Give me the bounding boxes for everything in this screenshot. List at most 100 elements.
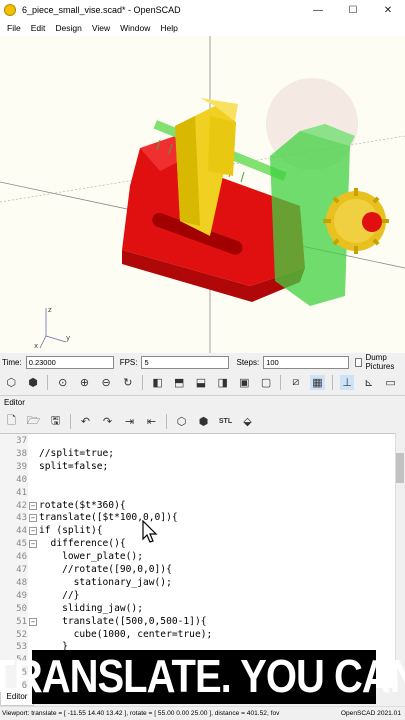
menu-view[interactable]: View: [92, 23, 110, 33]
maximize-button[interactable]: ☐: [340, 0, 366, 20]
status-bar: Viewport: translate = [ -11.55 14.40 13.…: [0, 706, 405, 720]
editor-dock-header: Editor: [0, 395, 405, 409]
dump-pictures-checkbox[interactable]: [355, 357, 363, 367]
line-number: 46: [16, 552, 27, 563]
editor-toolbar: 🗋 🗁 🖫 ↶ ↷ ⇥ ⇤ ⬡ ⬢ STL ⬙: [0, 409, 405, 433]
code-text: //}: [39, 589, 80, 601]
menu-help[interactable]: Help: [160, 23, 177, 33]
indent-icon[interactable]: ⇥: [122, 414, 137, 429]
time-label: Time:: [2, 357, 22, 367]
preview-icon[interactable]: ⬡: [174, 414, 189, 429]
code-line[interactable]: 46 lower_plate();: [0, 551, 395, 564]
perspective-icon[interactable]: ⧄: [288, 375, 303, 390]
close-button[interactable]: ✕: [375, 0, 401, 20]
show-scale-icon[interactable]: ⊾: [361, 375, 376, 390]
animate-controls: Time: FPS: Steps: Dump Pictures: [0, 353, 405, 371]
code-line[interactable]: 50 sliding_jaw();: [0, 603, 395, 616]
view-right-icon[interactable]: ◧: [150, 375, 165, 390]
render-icon[interactable]: ⬢: [196, 414, 211, 429]
code-text: split=false;: [39, 460, 109, 472]
line-number: 39: [16, 461, 27, 472]
svg-text:z: z: [48, 306, 52, 314]
svg-text:x: x: [34, 342, 38, 350]
steps-label: Steps:: [236, 357, 260, 367]
view-bottom-icon[interactable]: ⬓: [194, 375, 209, 390]
zoom-in-icon[interactable]: ⊕: [77, 375, 92, 390]
code-line[interactable]: 52 cube(1000, center=true);: [0, 629, 395, 642]
viewport-status: Viewport: translate = [ -11.55 14.40 13.…: [2, 710, 280, 717]
menu-bar: File Edit Design View Window Help: [0, 20, 405, 36]
3d-viewport[interactable]: z y x: [0, 36, 405, 353]
code-line[interactable]: 44− if (split){: [0, 525, 395, 538]
export-stl-icon[interactable]: STL: [218, 414, 233, 429]
toolbar-separator: [70, 413, 71, 429]
line-number: 48: [16, 577, 27, 588]
line-number: 52: [16, 629, 27, 640]
code-line[interactable]: 40: [0, 474, 395, 487]
menu-window[interactable]: Window: [120, 23, 150, 33]
code-text: lower_plate();: [39, 551, 143, 563]
code-line[interactable]: 39 split=false;: [0, 461, 395, 474]
fold-toggle-icon[interactable]: −: [29, 501, 37, 510]
code-text: sliding_jaw();: [39, 602, 143, 614]
vise-model-render: z y x: [0, 36, 405, 353]
scrollbar-thumb[interactable]: [396, 453, 404, 483]
fold-toggle-icon[interactable]: −: [29, 514, 37, 523]
fps-input[interactable]: [141, 355, 230, 369]
code-line[interactable]: 45− difference(){: [0, 538, 395, 551]
code-line[interactable]: 42− rotate($t*360){: [0, 500, 395, 513]
code-line[interactable]: 49 //}: [0, 590, 395, 603]
code-line[interactable]: 37: [0, 435, 395, 448]
menu-file[interactable]: File: [7, 23, 21, 33]
view-top-icon[interactable]: ⬒: [172, 375, 187, 390]
time-input[interactable]: [25, 355, 114, 369]
view-back-icon[interactable]: ▢: [259, 375, 274, 390]
code-line[interactable]: 47 //rotate([90,0,0]){: [0, 564, 395, 577]
editor-scrollbar[interactable]: [395, 433, 405, 688]
fold-toggle-icon[interactable]: −: [29, 617, 37, 626]
code-line[interactable]: 51− translate([500,0,500-1]){: [0, 616, 395, 629]
code-text: //split=true;: [39, 447, 115, 459]
open-file-icon[interactable]: 🗁: [26, 414, 41, 429]
mouse-cursor-icon: [142, 520, 158, 543]
undo-icon[interactable]: ↶: [78, 414, 93, 429]
line-number: 41: [16, 487, 27, 498]
zoom-out-icon[interactable]: ⊖: [99, 375, 114, 390]
show-axes-icon[interactable]: ⊥: [339, 374, 355, 390]
preview-icon[interactable]: ⬡: [4, 375, 19, 390]
editor-header-label: Editor: [4, 398, 25, 407]
line-number: 47: [16, 565, 27, 575]
line-number: 50: [16, 603, 27, 614]
code-line[interactable]: 38 //split=true;: [0, 448, 395, 461]
view-left-icon[interactable]: ◨: [215, 375, 230, 390]
unindent-icon[interactable]: ⇤: [144, 414, 159, 429]
render-icon[interactable]: ⬢: [26, 375, 41, 390]
code-line[interactable]: 43− translate([$t*100,0,0]){: [0, 512, 395, 525]
code-line[interactable]: 41: [0, 487, 395, 500]
dump-pictures-label: Dump Pictures: [365, 353, 395, 371]
view-all-icon[interactable]: ⊙: [55, 375, 70, 390]
fps-label: FPS:: [119, 357, 138, 367]
redo-icon[interactable]: ↷: [100, 414, 115, 429]
save-file-icon[interactable]: 🖫: [48, 414, 63, 429]
minimize-button[interactable]: —: [305, 0, 331, 20]
fold-toggle-icon[interactable]: −: [29, 527, 37, 536]
reset-view-icon[interactable]: ↻: [121, 375, 136, 390]
view-front-icon[interactable]: ▣: [237, 375, 252, 390]
code-line[interactable]: 48 stationary_jaw();: [0, 577, 395, 590]
new-file-icon[interactable]: 🗋: [4, 414, 19, 429]
toolbar-separator: [331, 374, 333, 390]
code-text: translate([500,0,500-1]){: [39, 615, 207, 627]
code-text: //rotate([90,0,0]){: [39, 564, 172, 575]
code-text: if (split){: [39, 525, 103, 537]
toolbar-separator: [166, 413, 167, 429]
steps-input[interactable]: [263, 355, 350, 369]
orthogonal-icon[interactable]: ▦: [310, 374, 325, 390]
fold-toggle-icon[interactable]: −: [29, 540, 37, 549]
menu-design[interactable]: Design: [55, 23, 81, 33]
line-number: 37: [16, 436, 27, 446]
code-text: cube(1000, center=true);: [39, 628, 213, 640]
show-edges-icon[interactable]: ▭: [383, 375, 398, 390]
send-to-print-icon[interactable]: ⬙: [240, 414, 255, 429]
menu-edit[interactable]: Edit: [31, 23, 46, 33]
